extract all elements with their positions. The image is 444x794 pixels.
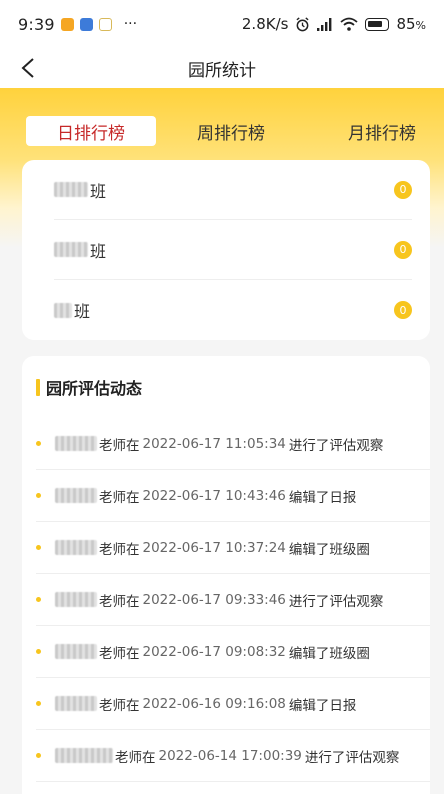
bullet-dot [36,649,41,654]
battery-percent: 85% [396,15,426,33]
blurred-text [54,302,72,318]
battery-icon [365,17,390,31]
page-title: 园所统计 [188,60,256,81]
blurred-text [55,488,97,503]
feed-item-time: 2022-06-17 09:08:32 [142,643,286,660]
feed-item[interactable]: 老师在 2022-06-17 10:37:24 编辑了班级圈 [36,522,430,574]
feed-item-text: 老师在 2022-06-17 09:08:32 编辑了班级圈 [55,642,370,662]
status-left: 9:39 ··· [18,15,242,34]
feed-item-text: 老师在 2022-06-17 09:33:46 进行了评估观察 [55,590,383,610]
blurred-text [54,182,88,197]
feed-item[interactable]: 老师在 2022-06-16 09:16:08 编辑了日报 [36,678,430,730]
feed-title: 园所评估动态 [46,379,143,398]
bullet-dot [36,701,41,706]
back-button[interactable] [14,54,42,82]
blurred-text [54,242,88,257]
ranking-row[interactable]: 班 0 [54,220,412,280]
feed-item-text: 老师在 2022-06-17 10:43:46 编辑了日报 [55,486,356,506]
status-time: 9:39 [18,14,55,34]
app-notification-icon [60,17,74,31]
feed-item[interactable]: 老师在 2022-06-14 17:00:39 进行了评估观察 [36,730,430,782]
feed-item[interactable]: 老师在 2022-06-17 09:08:32 编辑了班级圈 [36,626,430,678]
feed-item-text: 老师在 2022-06-16 09:16:08 编辑了日报 [55,694,356,714]
feed-item-time: 2022-06-16 09:16:08 [142,695,286,712]
feed-item-text: 老师在 2022-06-17 11:05:34 进行了评估观察 [55,434,383,454]
chevron-left-icon [21,58,34,78]
count-badge: 0 [394,240,412,259]
signal-icon [317,17,332,31]
app-notification-icon [98,17,112,31]
class-name: 班 [54,178,106,202]
ranking-tabs: 日排行榜 周排行榜 月排行榜 [0,114,444,148]
section-marker [36,378,40,396]
feed-item[interactable]: 老师在 2022-06-17 09:33:46 进行了评估观察 [36,574,430,626]
tab-monthly-ranking[interactable]: 月排行榜 [306,116,416,146]
bullet-dot [36,753,41,758]
status-right: 2.8K/s 85% [242,15,426,33]
feed-item-time: 2022-06-14 17:00:39 [158,747,302,764]
blurred-text [55,644,97,659]
bullet-dot [36,441,41,446]
tab-weekly-ranking[interactable]: 周排行榜 [156,116,306,146]
blurred-text [55,436,97,451]
feed-item[interactable]: 老师在 2022-06-17 11:05:34 进行了评估观察 [36,418,430,470]
feed-item-time: 2022-06-17 10:43:46 [142,487,286,504]
ranking-row[interactable]: 班 0 [54,280,412,340]
network-speed: 2.8K/s [241,15,289,33]
class-name: 班 [54,238,106,262]
tab-daily-ranking[interactable]: 日排行榜 [26,116,156,146]
blurred-text [55,592,97,607]
blurred-text [55,540,97,555]
nav-bar: 园所统计 [0,48,444,88]
bullet-dot [36,597,41,602]
feed-item-text: 老师在 2022-06-17 10:37:24 编辑了班级圈 [55,538,370,558]
feed-item-time: 2022-06-17 11:05:34 [142,435,286,452]
status-bar: 9:39 ··· 2.8K/s 85% [0,0,444,48]
blurred-text [55,696,97,711]
ranking-row[interactable]: 班 0 [54,160,412,220]
activity-feed-card: 园所评估动态 老师在 2022-06-17 11:05:34 进行了评估观察 老… [22,356,430,794]
wifi-icon [340,17,359,31]
feed-item-time: 2022-06-17 09:33:46 [142,591,286,608]
ranking-card: 班 0 班 0 班 0 [22,160,430,340]
alarm-icon [296,16,309,31]
app-notification-icon [79,17,93,31]
class-name: 班 [54,298,90,322]
bullet-dot [36,545,41,550]
feed-item-text: 老师在 2022-06-14 17:00:39 进行了评估观察 [55,746,399,766]
blurred-text [55,748,113,763]
count-badge: 0 [394,180,412,199]
more-notifications-icon: ··· [123,16,138,32]
count-badge: 0 [394,301,412,319]
feed-header: 园所评估动态 [36,356,430,418]
feed-item[interactable]: 老师在 2022-06-17 10:43:46 编辑了日报 [36,470,430,522]
feed-item-time: 2022-06-17 10:37:24 [142,539,286,556]
bullet-dot [36,493,41,498]
